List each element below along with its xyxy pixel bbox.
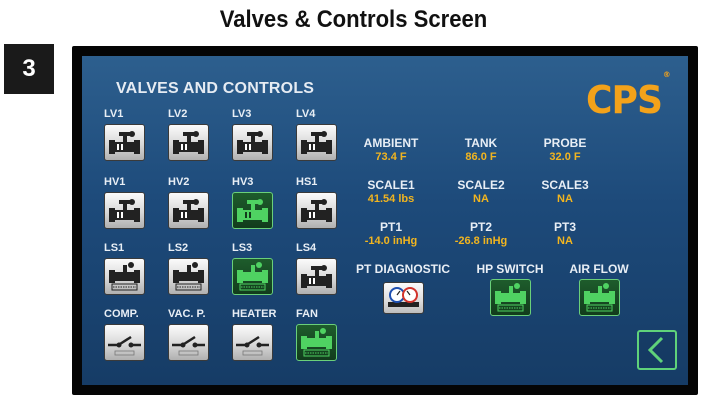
- valve-button-lv1[interactable]: [104, 124, 145, 161]
- level-switch-icon: [173, 262, 204, 291]
- chevron-left-icon: [647, 336, 664, 364]
- valve-label-ls4: LS4: [296, 242, 317, 254]
- valve-button-fan[interactable]: [296, 324, 337, 361]
- valve-label-lv1: LV1: [104, 108, 124, 120]
- reading-label-scale1: SCALE1: [367, 178, 415, 192]
- valve-label-lv2: LV2: [168, 108, 188, 120]
- valve-label-lv4: LV4: [296, 108, 316, 120]
- valve-button-hs1[interactable]: [296, 192, 337, 229]
- reading-value-scale1: 41.54 lbs: [367, 193, 415, 205]
- valve-button-ls2[interactable]: [168, 258, 209, 295]
- relay-switch-icon: [236, 335, 269, 356]
- reading-value-ambient: 73.4 F: [375, 151, 407, 163]
- valve-button-heater[interactable]: [232, 324, 273, 361]
- level-switch-icon: [109, 262, 140, 291]
- cps-logo-text: CPS: [586, 78, 663, 122]
- valve-icon: [173, 199, 204, 222]
- valve-label-ls1: LS1: [104, 242, 125, 254]
- valve-label-hs1: HS1: [296, 176, 318, 188]
- reading-label-pt3: PT3: [553, 220, 576, 234]
- extra-label-pt-diagnostic: PT DIAGNOSTIC: [355, 262, 450, 276]
- valve-button-hv2[interactable]: [168, 192, 209, 229]
- reading-value-tank: 86.0 F: [465, 151, 497, 163]
- reading-label-pt1: PT1: [379, 220, 402, 234]
- switch-icon: [495, 283, 526, 312]
- valve-icon: [109, 131, 140, 154]
- valve-button-lv2[interactable]: [168, 124, 209, 161]
- valve-button-lv4[interactable]: [296, 124, 337, 161]
- screen-title: VALVES AND CONTROLS: [116, 80, 315, 97]
- back-button[interactable]: [637, 330, 677, 370]
- reading-value-pt1: -14.0 inHg: [364, 235, 418, 247]
- valve-icon: [301, 265, 332, 288]
- reading-label-scale2: SCALE2: [457, 178, 505, 192]
- level-switch-icon: [237, 262, 268, 291]
- valve-label-fan: FAN: [296, 308, 318, 320]
- valve-button-ls1[interactable]: [104, 258, 145, 295]
- reading-label-probe: PROBE: [543, 136, 587, 150]
- reading-value-pt3: NA: [557, 235, 573, 247]
- valve-button-hv1[interactable]: [104, 192, 145, 229]
- reading-label-ambient: AMBIENT: [363, 136, 419, 150]
- extra-button-hp-switch[interactable]: [490, 279, 531, 316]
- reading-label-tank: TANK: [464, 136, 498, 150]
- valve-button-ls4[interactable]: [296, 258, 337, 295]
- valve-icon: [301, 199, 332, 222]
- level-switch-icon: [301, 328, 332, 357]
- valve-icon: [173, 131, 204, 154]
- valve-button-vac-p[interactable]: [168, 324, 209, 361]
- page-caption: Valves & Controls Screen: [219, 6, 488, 33]
- valve-label-hv2: HV2: [168, 176, 190, 188]
- reading-value-scale2: NA: [473, 193, 489, 205]
- reading-label-pt2: PT2: [469, 220, 492, 234]
- valve-label-vac-p: VAC. P.: [168, 308, 206, 320]
- extra-label-air-flow: AIR FLOW: [569, 262, 629, 276]
- valve-label-comp: COMP.: [104, 308, 139, 320]
- gauges-icon: [388, 287, 419, 307]
- relay-switch-icon: [172, 335, 205, 356]
- valve-button-hv3[interactable]: [232, 192, 273, 229]
- valve-label-heater: HEATER: [232, 308, 277, 320]
- controls-screen: VALVES AND CONTROLS CPS® LV1 LV2 LV3 LV4…: [82, 56, 688, 385]
- reading-value-scale3: NA: [557, 193, 573, 205]
- switch-icon: [584, 283, 615, 312]
- reading-value-probe: 32.0 F: [549, 151, 581, 163]
- extra-button-pt-diagnostic[interactable]: [383, 282, 424, 314]
- cps-logo: CPS®: [586, 70, 671, 122]
- valve-button-lv3[interactable]: [232, 124, 273, 161]
- valve-label-hv1: HV1: [104, 176, 126, 188]
- valve-label-hv3: HV3: [232, 176, 254, 188]
- valve-icon: [237, 131, 268, 154]
- reading-label-scale3: SCALE3: [541, 178, 589, 192]
- valve-icon: [301, 131, 332, 154]
- valve-button-ls3[interactable]: [232, 258, 273, 295]
- step-number-badge: 3: [4, 44, 54, 94]
- extra-button-air-flow[interactable]: [579, 279, 620, 316]
- valve-icon: [109, 199, 140, 222]
- valve-button-comp[interactable]: [104, 324, 145, 361]
- valve-icon: [237, 199, 268, 222]
- valve-label-lv3: LV3: [232, 108, 252, 120]
- valve-label-ls2: LS2: [168, 242, 189, 254]
- registered-mark: ®: [663, 70, 671, 80]
- reading-value-pt2: -26.8 inHg: [454, 235, 508, 247]
- valve-label-ls3: LS3: [232, 242, 253, 254]
- relay-switch-icon: [108, 335, 141, 356]
